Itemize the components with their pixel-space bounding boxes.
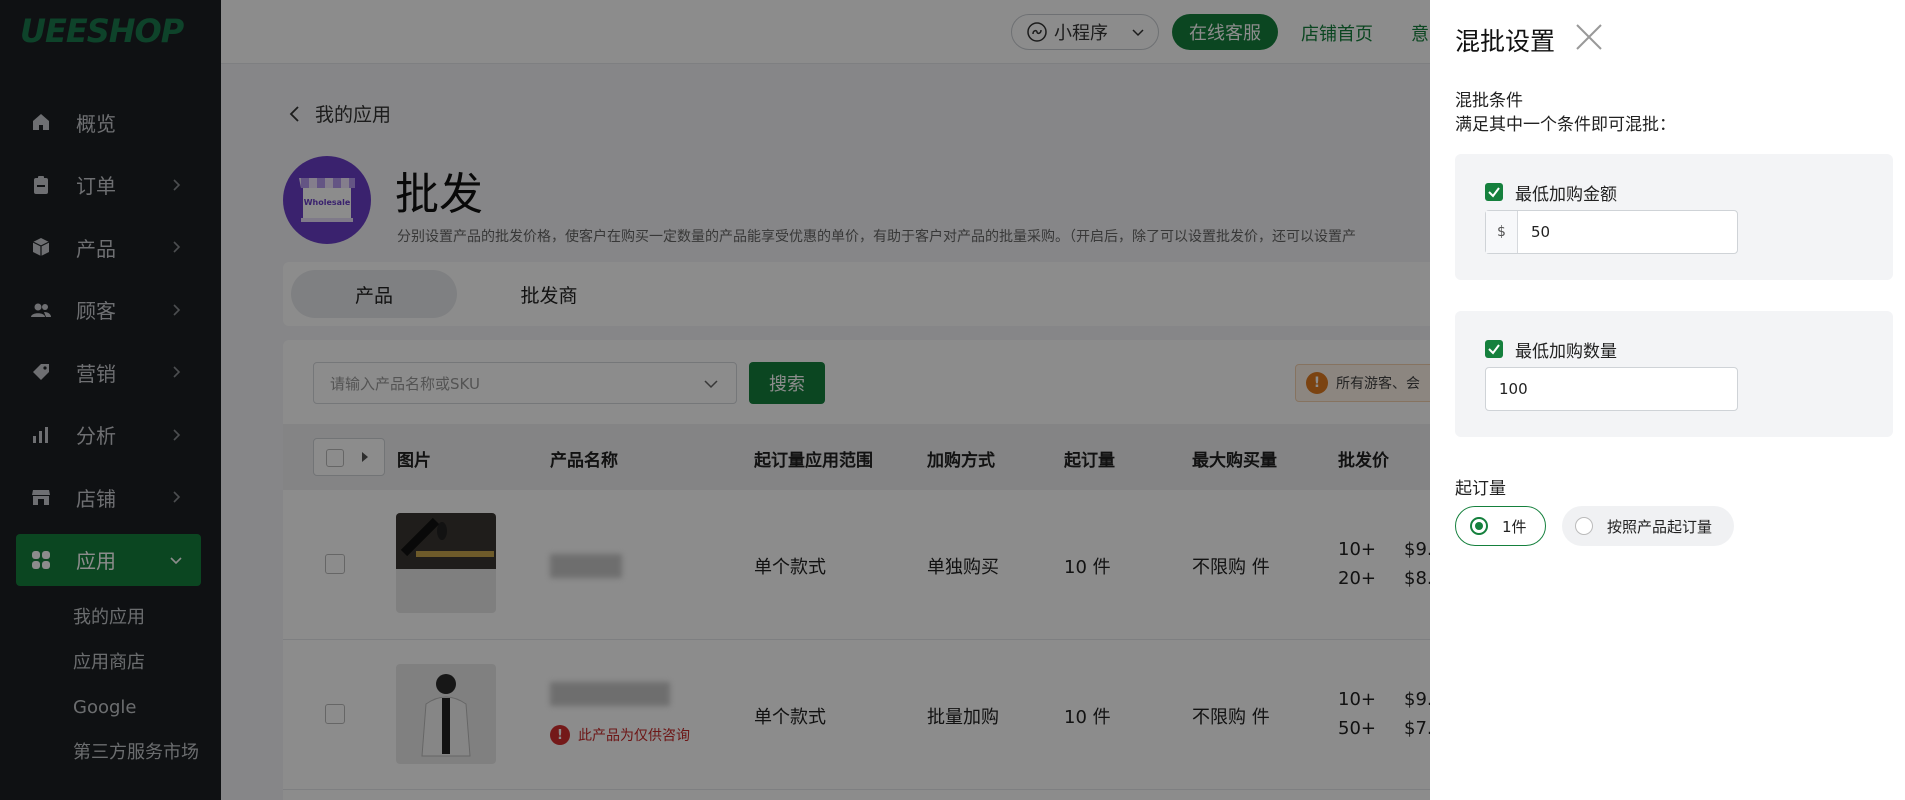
min-qty-card: 最低加购数量 100 bbox=[1455, 311, 1893, 437]
moq-option-label: 1件 bbox=[1502, 517, 1527, 536]
min-amount-label: 最低加购金额 bbox=[1515, 185, 1617, 205]
check-icon bbox=[1488, 344, 1500, 355]
min-amount-value: 50 bbox=[1531, 223, 1551, 241]
condition-desc: 满足其中一个条件即可混批： bbox=[1455, 115, 1676, 135]
mixed-batch-drawer: 混批设置 混批条件 满足其中一个条件即可混批： 最低加购金额 $ 50 最低加购… bbox=[1430, 0, 1905, 800]
radio-dot bbox=[1470, 517, 1488, 535]
moq-option-label: 按照产品起订量 bbox=[1607, 517, 1713, 536]
check-icon bbox=[1488, 187, 1500, 198]
min-qty-input[interactable]: 100 bbox=[1485, 367, 1738, 411]
min-qty-label: 最低加购数量 bbox=[1515, 342, 1617, 362]
min-qty-value: 100 bbox=[1499, 380, 1528, 398]
drawer-title: 混批设置 bbox=[1455, 27, 1556, 56]
radio-dot bbox=[1575, 517, 1593, 535]
currency-prefix: $ bbox=[1486, 211, 1518, 253]
moq-option-product[interactable]: 按照产品起订量 bbox=[1562, 506, 1734, 546]
min-qty-checkbox[interactable] bbox=[1485, 340, 1503, 358]
min-amount-input[interactable]: $ 50 bbox=[1485, 210, 1738, 254]
min-amount-card: 最低加购金额 $ 50 bbox=[1455, 154, 1893, 280]
moq-option-one[interactable]: 1件 bbox=[1455, 506, 1546, 546]
min-amount-checkbox[interactable] bbox=[1485, 183, 1503, 201]
close-icon[interactable] bbox=[1574, 22, 1604, 52]
moq-label: 起订量 bbox=[1455, 479, 1506, 499]
modal-overlay[interactable] bbox=[0, 0, 1430, 800]
condition-label: 混批条件 bbox=[1455, 91, 1523, 111]
app-root: UEESHOP 概览 订单 产品 顾客 营销 分析 店铺 应用 我的应用 应用商… bbox=[0, 0, 1905, 800]
